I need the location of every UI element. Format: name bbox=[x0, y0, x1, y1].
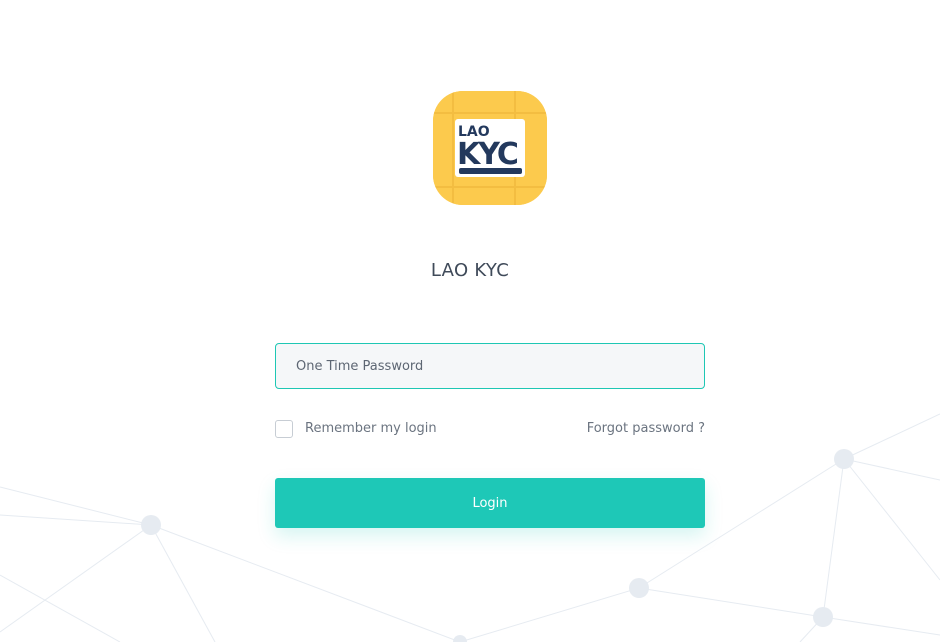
login-button[interactable]: Login bbox=[275, 478, 705, 528]
remember-label[interactable]: Remember my login bbox=[305, 421, 437, 436]
logo-text-bottom: KYC bbox=[457, 137, 518, 172]
app-title: LAO KYC bbox=[430, 260, 510, 281]
lao-kyc-logo: LAO KYC bbox=[433, 91, 547, 205]
forgot-password-link[interactable]: Forgot password ? bbox=[587, 421, 705, 436]
remember-checkbox[interactable] bbox=[275, 420, 293, 438]
login-page: LAO KYC LAO KYC Remember my login Forgot… bbox=[0, 0, 940, 642]
otp-input[interactable] bbox=[275, 343, 705, 389]
remember-row: Remember my login Forgot password ? bbox=[275, 419, 705, 439]
